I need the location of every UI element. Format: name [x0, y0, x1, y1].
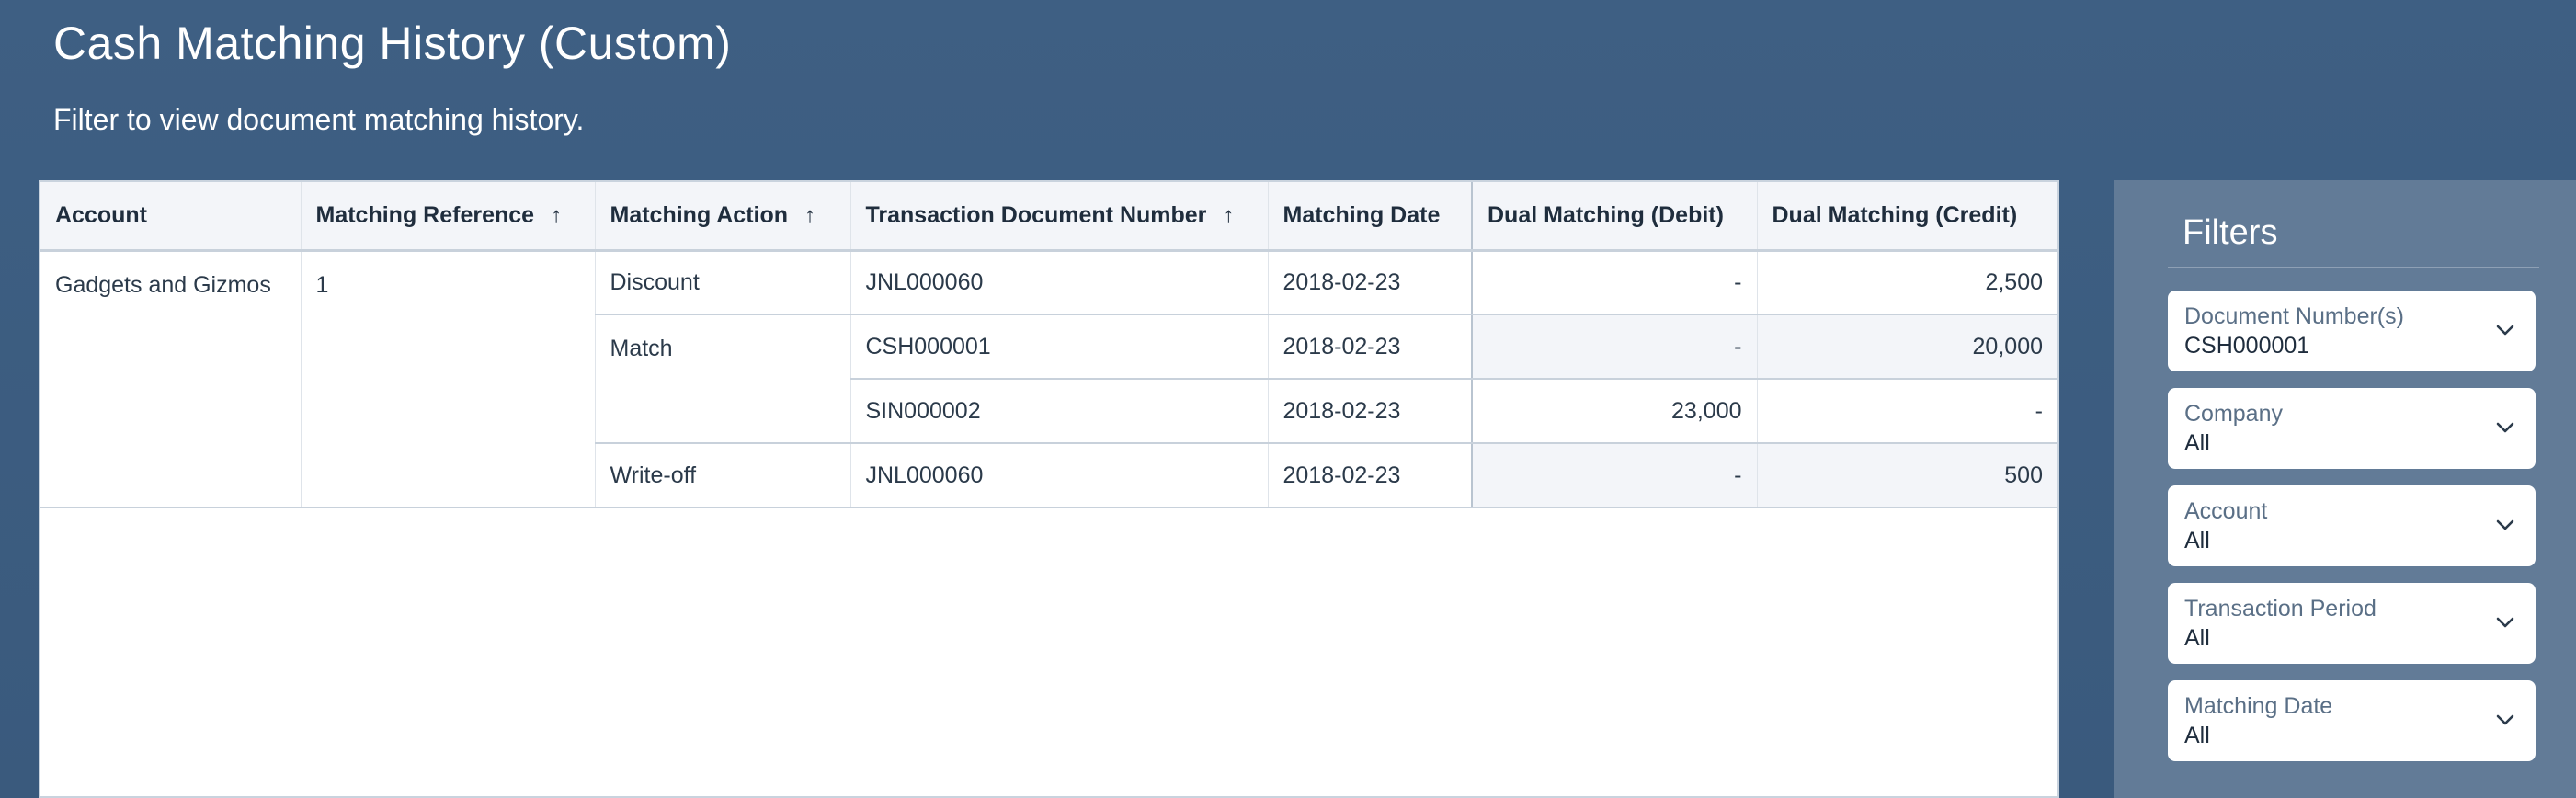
- column-header-label: Matching Date: [1282, 201, 1441, 228]
- filter-value: All: [2184, 528, 2210, 553]
- debit-cell: -: [1471, 314, 1758, 380]
- chevron-down-icon[interactable]: [2495, 515, 2515, 535]
- credit-cell: -: [1757, 379, 2057, 444]
- page-subtitle: Filter to view document matching history…: [53, 103, 585, 136]
- credit-cell: 2,500: [1757, 250, 2057, 315]
- page-title: Cash Matching History (Custom): [53, 17, 732, 69]
- filters-divider: [2168, 267, 2539, 268]
- filters-panel: Filters Document Number(s) CSH000001 Com…: [2114, 180, 2576, 798]
- matching-history-table: Account Matching Reference ↑ Matching Act…: [40, 182, 2057, 508]
- account-cell: Gadgets and Gizmos: [40, 250, 302, 508]
- column-header-account[interactable]: Account: [40, 182, 302, 252]
- filter-matching-date[interactable]: Matching Date All: [2168, 680, 2536, 761]
- document-number-cell: JNL000060: [850, 250, 1269, 315]
- filter-label: Document Number(s): [2184, 303, 2404, 329]
- column-header-matching-reference[interactable]: Matching Reference ↑: [301, 182, 596, 252]
- filter-value: All: [2184, 723, 2210, 748]
- document-number-cell: SIN000002: [850, 379, 1269, 444]
- matching-action-cell: Write-off: [595, 443, 851, 508]
- table-header-row: Account Matching Reference ↑ Matching Act…: [40, 182, 2057, 252]
- table-row: Gadgets and Gizmos 1 Discount JNL000060 …: [40, 250, 2057, 508]
- debit-cell: 23,000: [1471, 379, 1758, 444]
- arrow-up-icon[interactable]: ↑: [1223, 203, 1234, 229]
- filter-label: Company: [2184, 401, 2283, 427]
- filter-account[interactable]: Account All: [2168, 485, 2536, 566]
- filter-value: CSH000001: [2184, 333, 2310, 359]
- filter-company[interactable]: Company All: [2168, 388, 2536, 469]
- filter-transaction-period[interactable]: Transaction Period All: [2168, 583, 2536, 664]
- credit-cell: 20,000: [1757, 314, 2057, 380]
- chevron-down-icon[interactable]: [2495, 612, 2515, 633]
- filter-value: All: [2184, 625, 2210, 651]
- filter-value: All: [2184, 430, 2210, 456]
- column-header-dual-matching-debit[interactable]: Dual Matching (Debit): [1471, 182, 1758, 252]
- matching-date-cell: 2018-02-23: [1268, 314, 1473, 380]
- arrow-up-icon[interactable]: ↑: [804, 203, 815, 229]
- chevron-down-icon[interactable]: [2495, 320, 2515, 340]
- filter-label: Matching Date: [2184, 693, 2333, 719]
- filter-document-numbers[interactable]: Document Number(s) CSH000001: [2168, 291, 2536, 371]
- column-header-label: Dual Matching (Credit): [1772, 201, 2018, 228]
- matching-reference-cell: 1: [301, 250, 596, 508]
- column-header-label: Matching Reference: [315, 201, 535, 228]
- chevron-down-icon[interactable]: [2495, 417, 2515, 438]
- column-header-label: Dual Matching (Debit): [1487, 201, 1724, 228]
- debit-cell: -: [1471, 250, 1758, 315]
- matching-action-cell: Match: [595, 314, 851, 444]
- matching-history-table-panel: Account Matching Reference ↑ Matching Act…: [39, 180, 2059, 798]
- document-number-cell: JNL000060: [850, 443, 1269, 508]
- column-header-label: Transaction Document Number: [865, 201, 1207, 228]
- matching-date-cell: 2018-02-23: [1268, 379, 1473, 444]
- filter-label: Transaction Period: [2184, 596, 2377, 621]
- chevron-down-icon[interactable]: [2495, 710, 2515, 730]
- column-header-dual-matching-credit[interactable]: Dual Matching (Credit): [1757, 182, 2057, 252]
- matching-date-cell: 2018-02-23: [1268, 443, 1473, 508]
- filters-title: Filters: [2183, 213, 2278, 252]
- column-header-label: Account: [55, 201, 147, 228]
- column-header-label: Matching Action: [610, 201, 789, 228]
- matching-date-cell: 2018-02-23: [1268, 250, 1473, 315]
- column-header-matching-date[interactable]: Matching Date: [1268, 182, 1473, 252]
- credit-cell: 500: [1757, 443, 2057, 508]
- document-number-cell: CSH000001: [850, 314, 1269, 380]
- matching-action-cell: Discount: [595, 250, 851, 315]
- debit-cell: -: [1471, 443, 1758, 508]
- column-header-matching-action[interactable]: Matching Action ↑: [595, 182, 851, 252]
- filter-label: Account: [2184, 498, 2268, 524]
- column-header-transaction-document-number[interactable]: Transaction Document Number ↑: [850, 182, 1269, 252]
- arrow-up-icon[interactable]: ↑: [551, 203, 562, 229]
